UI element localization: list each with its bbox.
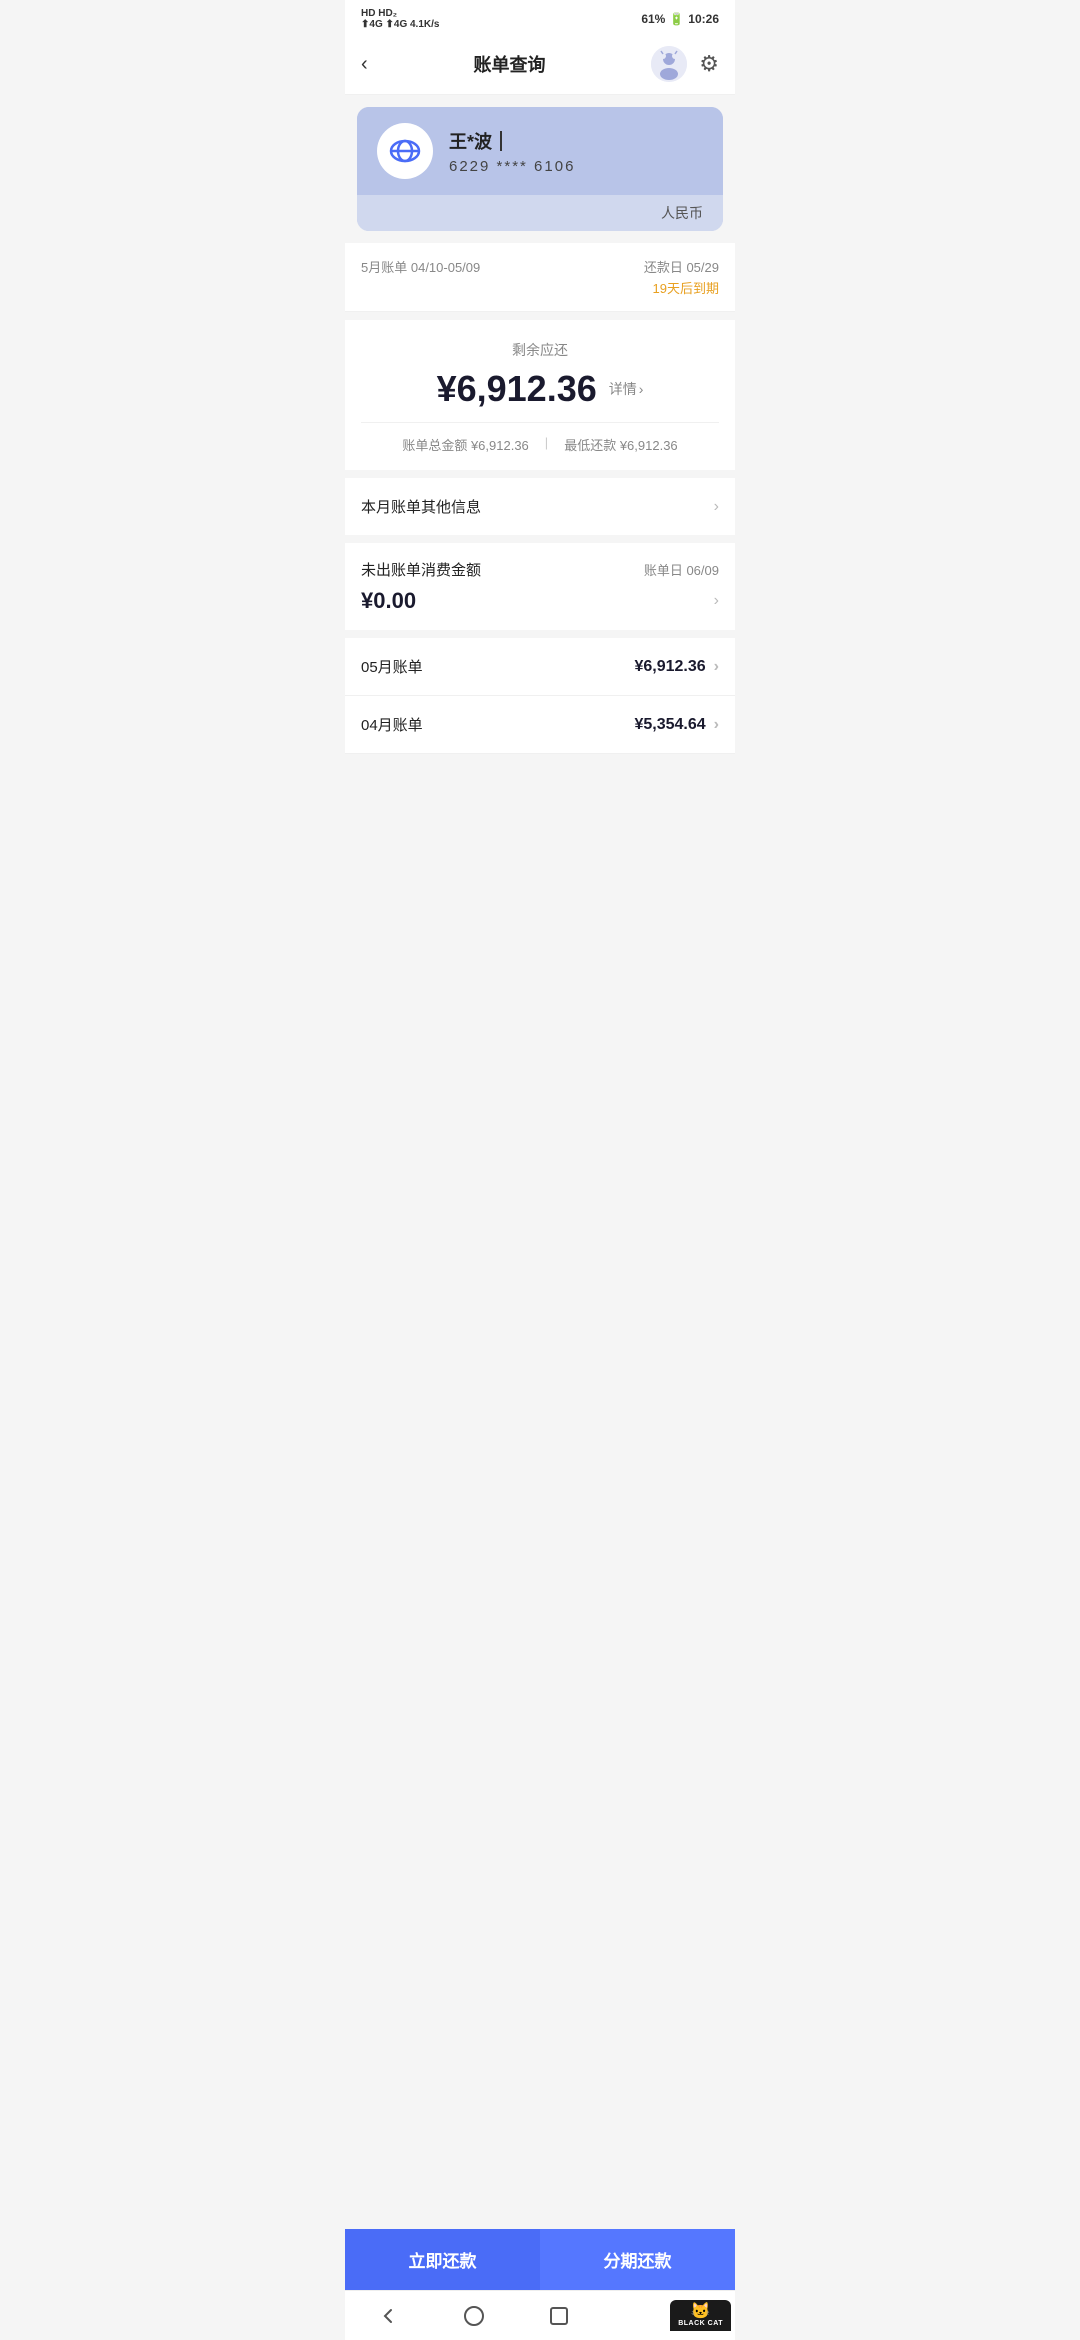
chevron-right-icon: › bbox=[714, 498, 719, 516]
bill-period: 5月账单 04/10-05/09 还款日 05/29 19天后到期 bbox=[345, 243, 735, 312]
bottom-navigation: 🐱 BLACK CAT bbox=[345, 2290, 735, 2340]
hd-label: HD HD₂ bbox=[361, 8, 439, 19]
other-info-label: 本月账单其他信息 bbox=[361, 496, 481, 517]
due-days: 19天后到期 bbox=[644, 278, 719, 297]
balance-label: 剩余应还 bbox=[361, 340, 719, 360]
nav-home-button[interactable] bbox=[431, 2304, 517, 2328]
bill-period-left: 5月账单 04/10-05/09 bbox=[361, 257, 480, 276]
balance-section: 剩余应还 ¥6,912.36 详情 › 账单总金额 ¥6,912.36 | 最低… bbox=[345, 320, 735, 470]
nav-recent-button[interactable] bbox=[517, 2304, 603, 2328]
unpaid-title: 未出账单消费金额 bbox=[361, 559, 481, 580]
unpaid-amount: ¥0.00 bbox=[361, 588, 416, 614]
other-info-row[interactable]: 本月账单其他信息 › bbox=[345, 478, 735, 535]
total-label: 账单总金额 ¥6,912.36 bbox=[402, 435, 528, 454]
battery-percent: 61% bbox=[641, 12, 665, 26]
installment-pay-button[interactable]: 分期还款 bbox=[540, 2229, 735, 2290]
status-bar: HD HD₂ ⬆4G ⬆4G 4.1K/s 61% 🔋 10:26 bbox=[345, 0, 735, 34]
cursor bbox=[500, 131, 502, 151]
unpaid-header: 未出账单消费金额 账单日 06/09 bbox=[361, 559, 719, 580]
back-button[interactable]: ‹ bbox=[361, 53, 368, 76]
bank-logo bbox=[377, 123, 433, 179]
balance-row: ¥6,912.36 详情 › bbox=[361, 368, 719, 410]
chevron-right-icon: › bbox=[639, 381, 644, 397]
nav-back-button[interactable] bbox=[345, 2304, 431, 2328]
due-date: 还款日 05/29 bbox=[644, 257, 719, 276]
settings-icon[interactable]: ⚙ bbox=[699, 51, 719, 77]
month-bill-row-04[interactable]: 04月账单 ¥5,354.64 › bbox=[345, 696, 735, 754]
avatar-icon[interactable] bbox=[651, 46, 687, 82]
chevron-right-icon: › bbox=[714, 658, 719, 676]
card-number: 6229 **** 6106 bbox=[449, 158, 575, 175]
month-bills: 05月账单 ¥6,912.36 › 04月账单 ¥5,354.64 › bbox=[345, 638, 735, 754]
page-title: 账单查询 bbox=[473, 51, 545, 77]
card-section: 王*波 6229 **** 6106 人民币 bbox=[357, 107, 723, 231]
card-top: 王*波 6229 **** 6106 bbox=[357, 107, 723, 195]
balance-sub: 账单总金额 ¥6,912.36 | 最低还款 ¥6,912.36 bbox=[361, 422, 719, 454]
balance-amount: ¥6,912.36 bbox=[437, 368, 597, 410]
min-pay-label: 最低还款 ¥6,912.36 bbox=[564, 435, 677, 454]
card-currency: 人民币 bbox=[357, 195, 723, 231]
unpaid-section: 未出账单消费金额 账单日 06/09 ¥0.00 › bbox=[345, 543, 735, 630]
detail-link[interactable]: 详情 › bbox=[609, 379, 644, 399]
month-bill-row-05[interactable]: 05月账单 ¥6,912.36 › bbox=[345, 638, 735, 696]
other-info-section: 本月账单其他信息 › bbox=[345, 478, 735, 535]
status-left: HD HD₂ ⬆4G ⬆4G 4.1K/s bbox=[361, 8, 439, 30]
divider: | bbox=[545, 435, 548, 454]
month-amount-04: ¥5,354.64 › bbox=[634, 716, 719, 734]
month-label-04: 04月账单 bbox=[361, 714, 423, 735]
card-holder-name: 王*波 bbox=[449, 128, 575, 154]
unpaid-amount-row[interactable]: ¥0.00 › bbox=[361, 588, 719, 614]
status-right: 61% 🔋 10:26 bbox=[641, 12, 719, 26]
month-label-05: 05月账单 bbox=[361, 656, 423, 677]
time: 10:26 bbox=[688, 12, 719, 26]
bill-period-right: 还款日 05/29 19天后到期 bbox=[644, 257, 719, 297]
bottom-buttons: 立即还款 分期还款 bbox=[345, 2229, 735, 2290]
chevron-right-icon: › bbox=[714, 592, 719, 610]
other-info-right: › bbox=[714, 498, 719, 516]
signal-speed: ⬆4G ⬆4G 4.1K/s bbox=[361, 19, 439, 30]
chevron-right-icon: › bbox=[714, 716, 719, 734]
page-header: ‹ 账单查询 ⚙ bbox=[345, 34, 735, 95]
header-icons: ⚙ bbox=[651, 46, 719, 82]
card-info: 王*波 6229 **** 6106 bbox=[449, 128, 575, 175]
immediate-pay-button[interactable]: 立即还款 bbox=[345, 2229, 540, 2290]
black-cat-label: BLACK CAT bbox=[678, 2320, 723, 2327]
month-amount-05: ¥6,912.36 › bbox=[634, 658, 719, 676]
black-cat-area: 🐱 BLACK CAT bbox=[602, 2300, 735, 2331]
unpaid-date: 账单日 06/09 bbox=[644, 560, 719, 579]
battery-icon: 🔋 bbox=[669, 12, 684, 26]
